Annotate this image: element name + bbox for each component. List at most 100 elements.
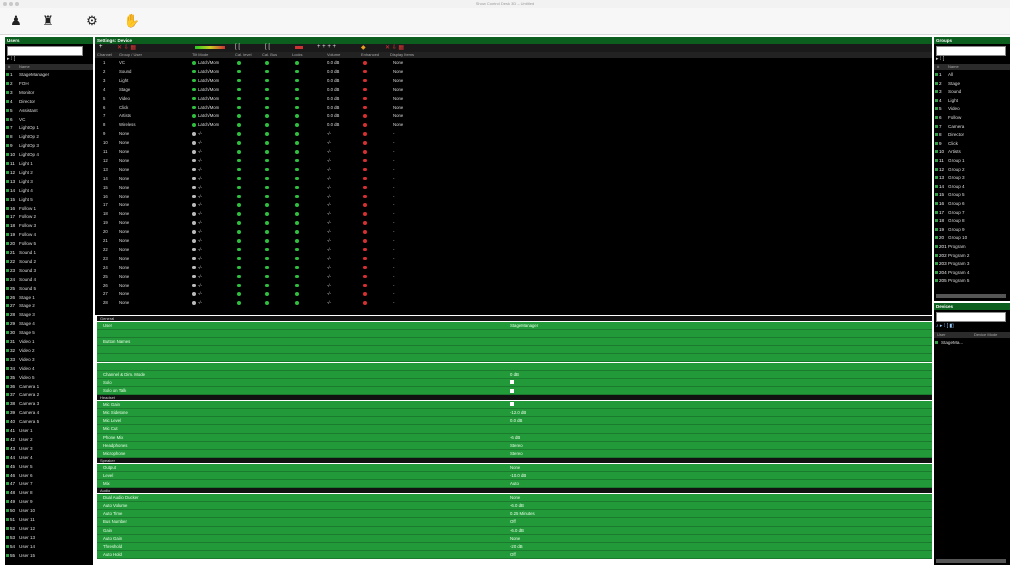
indicator-led[interactable] bbox=[192, 185, 196, 190]
indicator-led[interactable] bbox=[237, 203, 241, 207]
setting-value[interactable]: StageManager bbox=[510, 322, 538, 329]
indicator-led[interactable] bbox=[363, 87, 367, 92]
list-item[interactable]: 19 Follow 4 bbox=[5, 231, 93, 239]
indicator-led[interactable] bbox=[192, 239, 196, 243]
indicator-led[interactable] bbox=[295, 176, 299, 181]
patch-row[interactable]: 13 None -/- -/- - bbox=[95, 166, 932, 174]
patch-row[interactable]: 26 None -/- -/- - bbox=[95, 282, 932, 290]
indicator-led[interactable] bbox=[192, 132, 196, 136]
patch-row[interactable]: 23 None -/- -/- - bbox=[95, 255, 932, 263]
indicator-led[interactable] bbox=[265, 105, 269, 109]
list-item[interactable]: 205 Program 5 bbox=[934, 277, 1010, 285]
indicator-led[interactable] bbox=[192, 292, 196, 296]
setting-value[interactable]: None bbox=[510, 535, 520, 542]
settings-row[interactable]: Output None bbox=[97, 463, 932, 472]
setting-value[interactable]: Stereo bbox=[510, 442, 523, 449]
indicator-led[interactable] bbox=[265, 69, 269, 74]
indicator-led[interactable] bbox=[363, 114, 367, 118]
indicator-led[interactable] bbox=[363, 265, 367, 270]
indicator-led[interactable] bbox=[192, 283, 196, 287]
settings-row[interactable]: Mic Cut bbox=[97, 425, 932, 434]
list-item[interactable]: 26 Stage 1 bbox=[5, 294, 93, 302]
setting-checkbox[interactable] bbox=[510, 388, 514, 393]
indicator-led[interactable] bbox=[295, 256, 299, 261]
settings-section-header[interactable]: Audio bbox=[97, 488, 932, 494]
list-item[interactable]: 3 Monitor bbox=[5, 89, 93, 97]
list-item[interactable]: 9 Click bbox=[934, 140, 1010, 148]
indicator-led[interactable] bbox=[237, 247, 241, 252]
indicator-led[interactable] bbox=[237, 274, 241, 279]
settings-row[interactable]: Mic Level 0.0 dB bbox=[97, 417, 932, 426]
indicator-led[interactable] bbox=[192, 114, 196, 118]
indicator-led[interactable] bbox=[295, 265, 299, 270]
settings-row[interactable]: Phone Mix -6 dB bbox=[97, 433, 932, 442]
settings-row[interactable]: Solo on Talk bbox=[97, 387, 932, 396]
indicator-led[interactable] bbox=[363, 141, 367, 145]
patch-row[interactable]: 27 None -/- -/- - bbox=[95, 290, 932, 298]
indicator-led[interactable] bbox=[237, 256, 241, 261]
list-item[interactable]: 12 Group 2 bbox=[934, 166, 1010, 174]
indicator-led[interactable] bbox=[192, 141, 196, 145]
list-item[interactable]: 14 Light 4 bbox=[5, 187, 93, 195]
indicator-led[interactable] bbox=[363, 239, 367, 243]
indicator-led[interactable] bbox=[237, 61, 241, 65]
indicator-led[interactable] bbox=[295, 114, 299, 118]
list-item[interactable]: 11 Light 1 bbox=[5, 160, 93, 168]
indicator-led[interactable] bbox=[192, 176, 196, 181]
indicator-led[interactable] bbox=[237, 114, 241, 118]
settings-section-header[interactable]: Headset bbox=[97, 395, 932, 401]
list-item[interactable]: 203 Program 3 bbox=[934, 260, 1010, 268]
settings-row[interactable]: Auto Hold Off bbox=[97, 551, 932, 560]
list-item[interactable]: 7 LightOp 1 bbox=[5, 124, 93, 132]
devices-search-input[interactable] bbox=[936, 312, 1006, 322]
indicator-led[interactable] bbox=[363, 167, 367, 172]
indicator-led[interactable] bbox=[265, 185, 269, 190]
indicator-led[interactable] bbox=[265, 150, 269, 154]
indicator-led[interactable] bbox=[363, 69, 367, 74]
list-item[interactable]: 17 Group 7 bbox=[934, 209, 1010, 217]
indicator-led[interactable] bbox=[295, 158, 299, 163]
list-item[interactable]: 6 Follow bbox=[934, 114, 1010, 122]
list-item[interactable]: 204 Program 4 bbox=[934, 269, 1010, 277]
settings-row[interactable] bbox=[97, 346, 932, 355]
indicator-led[interactable] bbox=[192, 194, 196, 198]
patch-row[interactable]: 1 VC Latch/Mom 0.0 dB None bbox=[95, 59, 932, 67]
setting-value[interactable]: -6.0 dB bbox=[510, 502, 524, 509]
list-item[interactable]: 7 Camera bbox=[934, 123, 1010, 131]
list-item[interactable]: 27 Stage 2 bbox=[5, 302, 93, 310]
settings-row[interactable]: Channel & Dim. Mode 0 dB bbox=[97, 370, 932, 379]
patch-row[interactable]: 15 None -/- -/- - bbox=[95, 184, 932, 192]
indicator-led[interactable] bbox=[295, 283, 299, 287]
indicator-led[interactable] bbox=[237, 123, 241, 127]
list-item[interactable]: 20 Follow 5 bbox=[5, 240, 93, 248]
indicator-led[interactable] bbox=[237, 69, 241, 74]
gears-icon[interactable]: ⚙ bbox=[80, 14, 104, 28]
list-item[interactable]: 9 LightOp 3 bbox=[5, 142, 93, 150]
indicator-led[interactable] bbox=[265, 141, 269, 145]
indicator-led[interactable] bbox=[363, 203, 367, 207]
settings-row[interactable]: Headphones Stereo bbox=[97, 441, 932, 450]
indicator-led[interactable] bbox=[265, 132, 269, 136]
arrows-icon[interactable]: + + + + bbox=[317, 44, 336, 50]
indicator-led[interactable] bbox=[192, 150, 196, 154]
patch-row[interactable]: 10 None -/- -/- - bbox=[95, 139, 932, 147]
indicator-led[interactable] bbox=[192, 158, 196, 163]
indicator-led[interactable] bbox=[192, 61, 196, 65]
indicator-led[interactable] bbox=[265, 301, 269, 305]
indicator-led[interactable] bbox=[237, 141, 241, 145]
patch-row[interactable]: 28 None -/- -/- - bbox=[95, 299, 932, 307]
indicator-led[interactable] bbox=[237, 150, 241, 154]
indicator-led[interactable] bbox=[265, 78, 269, 83]
indicator-led[interactable] bbox=[237, 212, 241, 216]
list-item[interactable]: 11 Group 1 bbox=[934, 157, 1010, 165]
patch-row[interactable]: 22 None -/- -/- - bbox=[95, 246, 932, 254]
patch-row[interactable]: 3 Light Latch/Mom 0.0 dB None bbox=[95, 77, 932, 85]
indicator-led[interactable] bbox=[237, 105, 241, 109]
indicator-led[interactable] bbox=[265, 87, 269, 92]
groups-search-input[interactable] bbox=[936, 46, 1006, 56]
settings-row[interactable]: Threshold -20 dB bbox=[97, 543, 932, 552]
settings-row[interactable]: Mic Gain bbox=[97, 400, 932, 409]
indicator-led[interactable] bbox=[295, 212, 299, 216]
indicator-led[interactable] bbox=[192, 301, 196, 305]
settings-row[interactable] bbox=[97, 362, 932, 371]
